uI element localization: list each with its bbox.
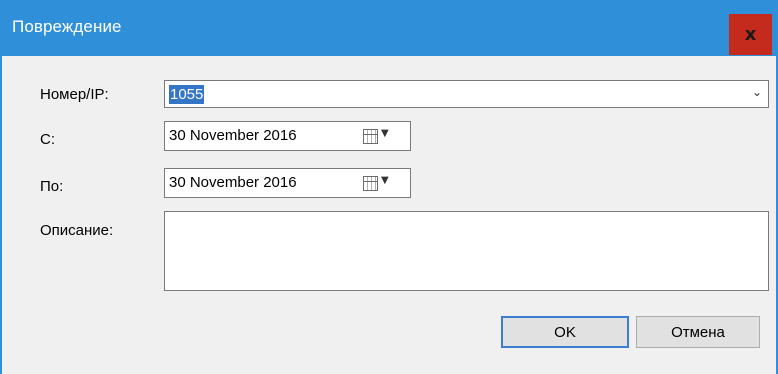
chevron-down-icon[interactable]: ⌄	[752, 85, 762, 99]
number-combobox[interactable]: 1055 ⌄	[164, 80, 769, 108]
calendar-icon	[363, 129, 378, 144]
from-date-value[interactable]: 30 November 2016	[169, 127, 297, 144]
from-calendar-button[interactable]: ▼	[363, 128, 403, 145]
to-date-picker[interactable]: 30 November 2016 ▼	[164, 168, 411, 198]
number-label: Номер/IP:	[40, 86, 109, 103]
dialog-window: Повреждение x Номер/IP: 1055 ⌄ С: 30 Nov…	[0, 0, 778, 374]
dropdown-arrow-icon: ▼	[381, 128, 389, 139]
description-label: Описание:	[40, 222, 114, 239]
to-date-value[interactable]: 30 November 2016	[169, 174, 297, 191]
from-date-picker[interactable]: 30 November 2016 ▼	[164, 121, 411, 151]
from-label: С:	[40, 131, 55, 148]
close-icon: x	[744, 24, 757, 45]
to-label: По:	[40, 178, 64, 195]
close-button[interactable]: x	[729, 14, 772, 55]
ok-button-label: OK	[554, 323, 576, 341]
title-bar[interactable]: Повреждение x	[0, 0, 778, 56]
calendar-icon	[363, 176, 378, 191]
dropdown-arrow-icon: ▼	[381, 175, 389, 186]
description-textarea[interactable]	[164, 211, 769, 291]
number-value[interactable]: 1055	[169, 85, 205, 104]
window-title: Повреждение	[12, 17, 122, 36]
cancel-button-label: Отмена	[671, 323, 725, 341]
ok-button[interactable]: OK	[501, 316, 629, 348]
to-calendar-button[interactable]: ▼	[363, 175, 403, 192]
cancel-button[interactable]: Отмена	[636, 316, 760, 348]
